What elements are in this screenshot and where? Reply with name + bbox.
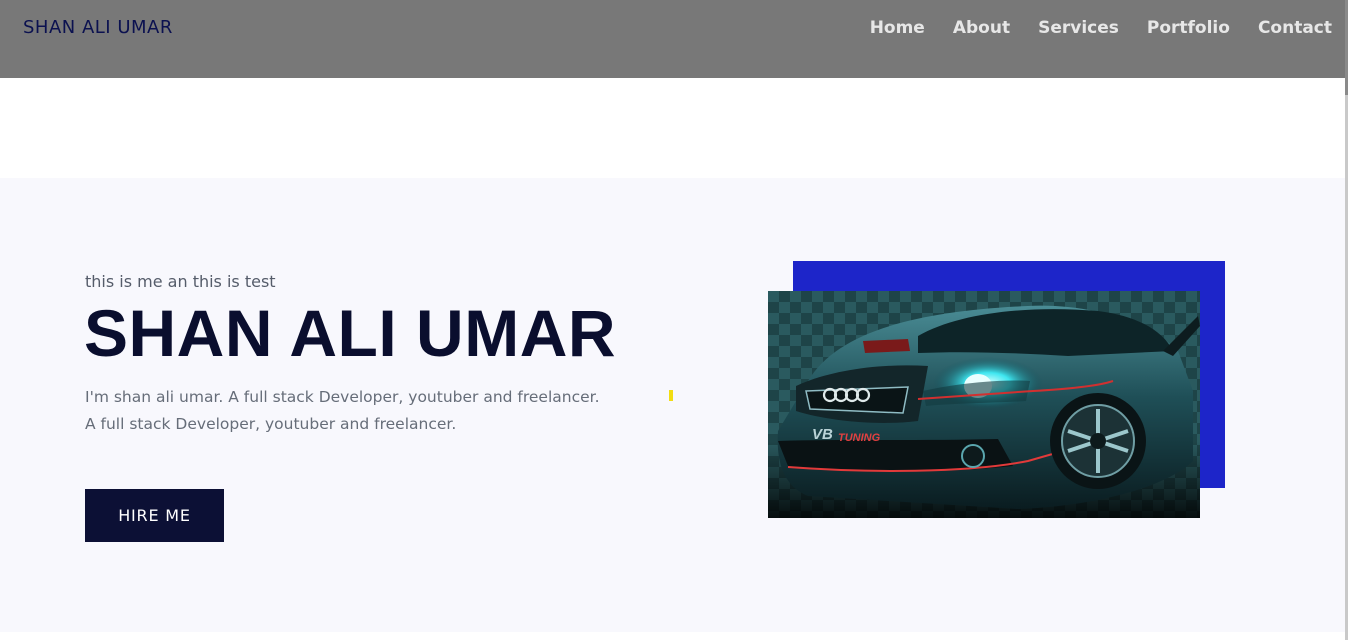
navbar: SHAN ALI UMAR Home About Services Portfo…	[0, 0, 1345, 78]
decorative-accent	[669, 390, 673, 401]
nav-menu: Home About Services Portfolio Contact	[870, 18, 1332, 38]
hero-description: I'm shan ali umar. A full stack Develope…	[85, 388, 600, 433]
nav-link-about[interactable]: About	[953, 18, 1010, 38]
nav-link-home[interactable]: Home	[870, 18, 925, 38]
hero-section: this is me an this is test SHAN ALI UMAR…	[0, 178, 1345, 632]
nav-link-portfolio[interactable]: Portfolio	[1147, 18, 1230, 38]
nav-link-services[interactable]: Services	[1038, 18, 1119, 38]
nav-link-contact[interactable]: Contact	[1258, 18, 1332, 38]
car-image: VB TUNING	[768, 291, 1200, 518]
hire-me-button[interactable]: HIRE ME	[85, 489, 224, 542]
brand-logo[interactable]: SHAN ALI UMAR	[23, 17, 173, 38]
hero-title: SHAN ALI UMAR	[84, 296, 617, 370]
hero-subtitle: this is me an this is test	[85, 272, 276, 291]
svg-text:VB: VB	[812, 426, 833, 443]
svg-text:TUNING: TUNING	[838, 432, 881, 444]
